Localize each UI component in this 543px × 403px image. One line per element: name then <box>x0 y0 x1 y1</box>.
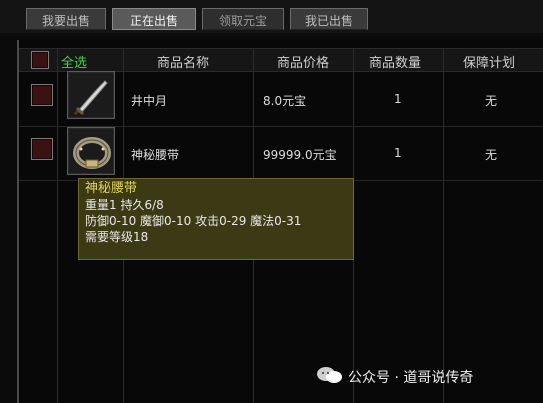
item-quantity: 1 <box>394 92 402 106</box>
select-all-label[interactable]: 全选 <box>61 52 87 71</box>
grid-line <box>443 48 444 403</box>
watermark-text: 公众号 · 道哥说传奇 <box>348 370 474 386</box>
tooltip-line: 重量1 持久6/8 <box>85 198 164 212</box>
column-header-plan: 保障计划 <box>463 56 516 71</box>
item-plan: 无 <box>485 148 498 162</box>
item-price: 99999.0元宝 <box>263 148 337 162</box>
tooltip-line: 需要等级18 <box>85 230 149 244</box>
tooltip-line: 防御0-10 魔御0-10 攻击0-29 魔法0-31 <box>85 214 302 228</box>
item-quantity: 1 <box>394 146 402 160</box>
sword-icon[interactable] <box>67 71 115 119</box>
tooltip-title: 神秘腰带 <box>85 181 138 196</box>
item-price: 8.0元宝 <box>263 94 307 108</box>
column-header-quantity: 商品数量 <box>369 56 422 71</box>
row-checkbox[interactable] <box>31 138 53 160</box>
tab-collect-ingot[interactable]: 领取元宝 <box>202 8 284 30</box>
watermark: 公众号 · 道哥说传奇 <box>316 363 536 389</box>
item-tooltip: 神秘腰带 重量1 持久6/8 防御0-10 魔御0-10 攻击0-29 魔法0-… <box>78 178 354 260</box>
select-all-checkbox[interactable] <box>31 51 49 69</box>
tab-my-sell[interactable]: 我要出售 <box>26 8 106 30</box>
item-name: 神秘腰带 <box>131 148 180 162</box>
column-header-price: 商品价格 <box>277 56 330 71</box>
belt-icon[interactable] <box>67 127 115 175</box>
wechat-logo-icon <box>317 367 342 383</box>
tab-sold[interactable]: 我已出售 <box>290 8 368 30</box>
tab-on-sale[interactable]: 正在出售 <box>112 8 196 30</box>
row-checkbox[interactable] <box>31 84 53 106</box>
column-header-name: 商品名称 <box>157 56 210 71</box>
tab-strip: 我要出售 正在出售 领取元宝 我已出售 <box>0 0 543 33</box>
grid-line <box>57 48 58 403</box>
item-name: 井中月 <box>131 94 168 108</box>
item-plan: 无 <box>485 94 498 108</box>
